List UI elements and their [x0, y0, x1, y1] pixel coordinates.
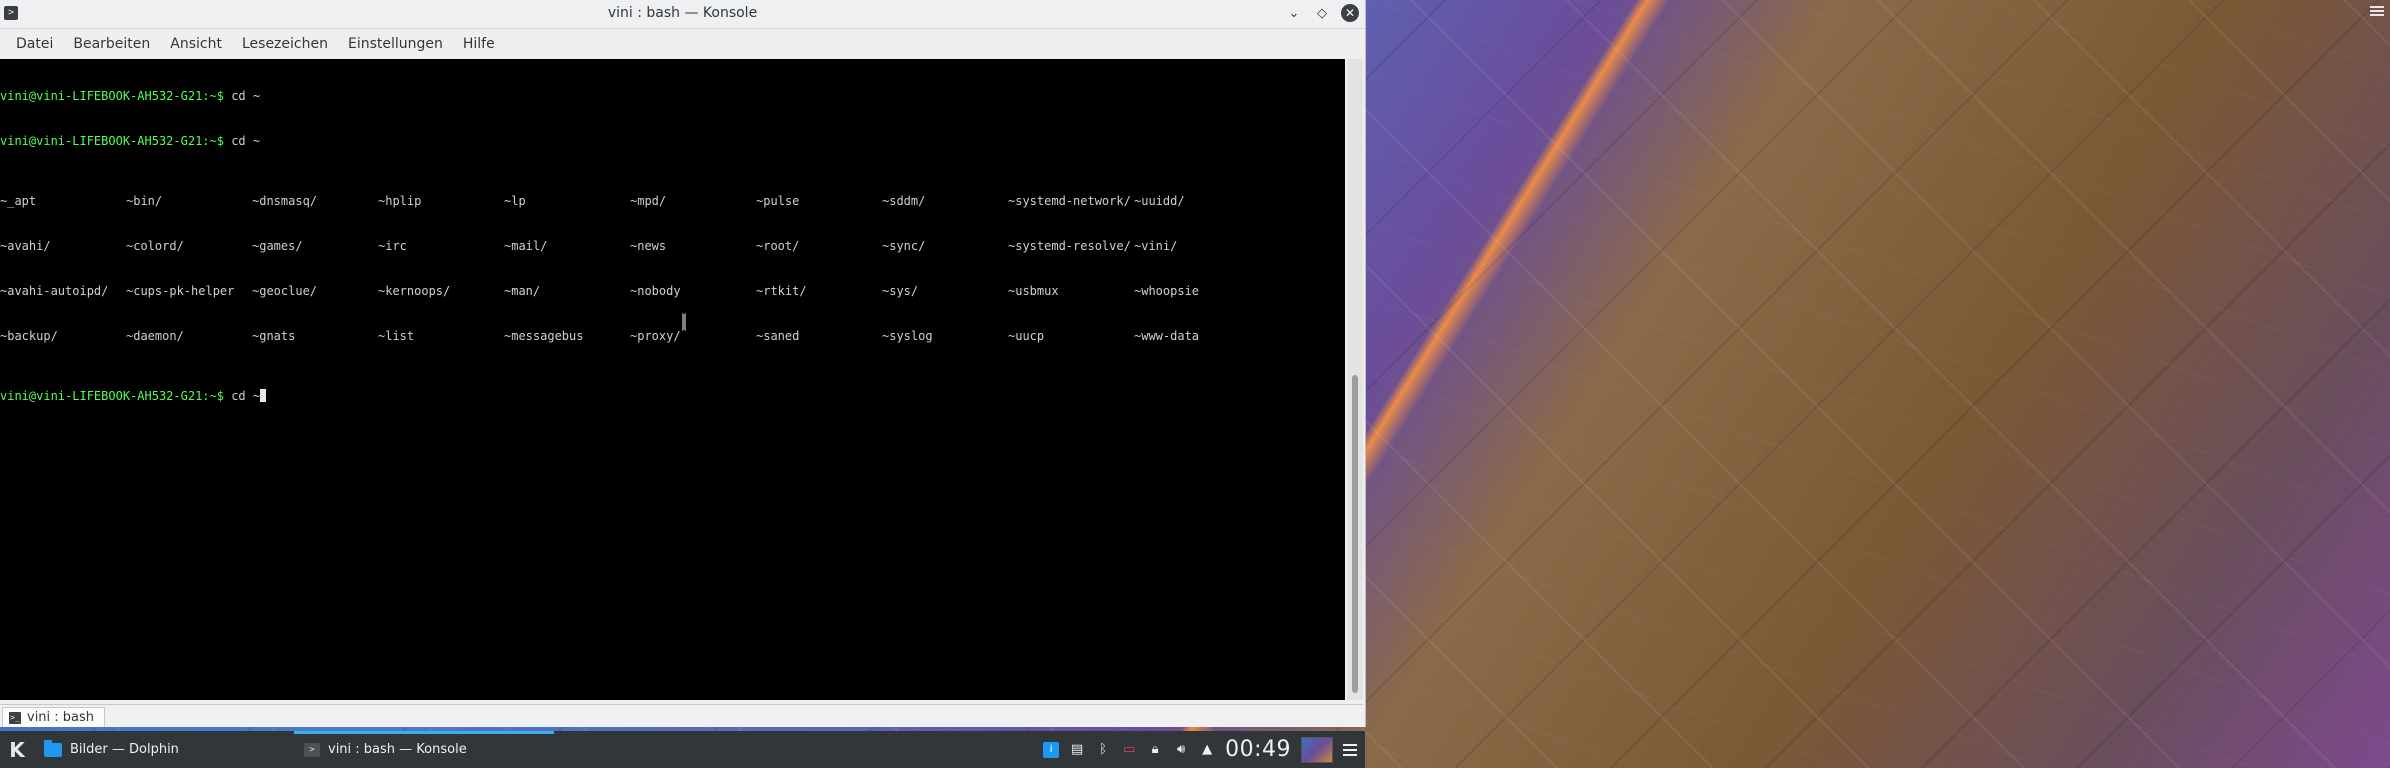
window-title: vini : bash — Konsole: [607, 5, 758, 21]
konsole-window: > vini : bash — Konsole ⌄ ◇ ✕ Datei Bear…: [0, 0, 1366, 727]
terminal-line: vini@vini-LIFEBOOK-AH532-G21:~$ cd ~: [0, 89, 1345, 104]
completion-entry: ~pulse: [756, 194, 800, 208]
window-titlebar[interactable]: > vini : bash — Konsole ⌄ ◇ ✕: [0, 0, 1365, 29]
minimize-button[interactable]: ⌄: [1285, 4, 1303, 22]
completion-entry: ~news: [630, 239, 667, 253]
completion-entry: ~irc: [378, 239, 407, 253]
task-dolphin[interactable]: Bilder — Dolphin: [34, 731, 294, 768]
tab-vini-bash[interactable]: >_ vini : bash: [2, 707, 106, 727]
completion-entry: ~uucp: [1008, 329, 1045, 343]
tab-label: vini : bash: [27, 710, 95, 725]
completion-entry: ~mail/: [504, 239, 548, 253]
terminal-scrollbar[interactable]: [1347, 59, 1363, 700]
clipboard-icon[interactable]: ▤: [1069, 742, 1085, 758]
completion-entry: ~man/: [504, 284, 541, 298]
completion-entry: ~games/: [252, 239, 303, 253]
taskbar-panel: K Bilder — Dolphin > vini : bash — Konso…: [0, 731, 1365, 768]
completion-entry: ~sys/: [882, 284, 919, 298]
completion-entry: ~backup/: [0, 329, 58, 343]
terminal-input[interactable]: cd ~: [224, 389, 260, 403]
application-launcher-icon[interactable]: K: [0, 731, 34, 768]
menubar: Datei Bearbeiten Ansicht Lesezeichen Ein…: [0, 29, 1365, 59]
completion-entry: ~proxy/: [630, 329, 681, 343]
completion-entry: ~list: [378, 329, 415, 343]
completion-row: ~avahi/ ~colord/ ~games/ ~irc ~mail/ ~ne…: [0, 239, 1345, 254]
menu-hilfe[interactable]: Hilfe: [453, 36, 505, 52]
completion-row: ~backup/ ~daemon/ ~gnats ~list ~messageb…: [0, 329, 1345, 344]
completion-entry: ~nobody: [630, 284, 681, 298]
menu-lesezeichen[interactable]: Lesezeichen: [232, 36, 338, 52]
completion-entry: ~cups-pk-helper: [126, 284, 235, 298]
expand-arrow-icon[interactable]: ▲: [1199, 742, 1215, 758]
menu-datei[interactable]: Datei: [6, 36, 63, 52]
completion-entry: ~sddm/: [882, 194, 926, 208]
completion-entry: ~lp: [504, 194, 526, 208]
text-cursor: [260, 389, 267, 402]
completion-entry: ~vini/: [1134, 239, 1178, 253]
completion-entry: ~geoclue/: [252, 284, 318, 298]
terminal-icon: >_: [9, 711, 21, 724]
completion-entry: ~systemd-resolve/: [1008, 239, 1131, 253]
keep-above-button[interactable]: ◇: [1313, 4, 1331, 22]
close-button[interactable]: ✕: [1341, 4, 1359, 22]
completion-entry: ~uuidd/: [1134, 194, 1185, 208]
scrollbar-thumb[interactable]: [1352, 375, 1358, 693]
terminal-prompt: vini@vini-LIFEBOOK-AH532-G21:~$: [0, 389, 224, 403]
task-label: Bilder — Dolphin: [70, 742, 179, 757]
show-desktop-icon[interactable]: [1301, 736, 1333, 763]
terminal-line: vini@vini-LIFEBOOK-AH532-G21:~$ cd ~: [0, 134, 1345, 149]
completion-entry: ~www-data: [1134, 329, 1200, 343]
completion-row: ~avahi-autoipd/ ~cups-pk-helper ~geoclue…: [0, 284, 1345, 299]
bluetooth-icon[interactable]: ᛒ: [1095, 742, 1111, 758]
completion-entry: ~colord/: [126, 239, 184, 253]
lock-icon[interactable]: 🔒︎: [1147, 742, 1163, 758]
completion-row: ~_apt ~bin/ ~dnsmasq/ ~hplip ~lp ~mpd/ ~…: [0, 194, 1345, 209]
battery-icon[interactable]: ▭: [1121, 742, 1137, 758]
task-label: vini : bash — Konsole: [328, 742, 467, 757]
desktop-toolbox-menu-icon[interactable]: [2370, 4, 2384, 18]
menu-ansicht[interactable]: Ansicht: [160, 36, 232, 52]
terminal-current-line[interactable]: vini@vini-LIFEBOOK-AH532-G21:~$ cd ~: [0, 389, 1345, 404]
mouse-ibeam-cursor-icon: [682, 313, 686, 331]
terminal-prompt: vini@vini-LIFEBOOK-AH532-G21:~$: [0, 134, 224, 148]
digital-clock[interactable]: 00:49: [1225, 737, 1291, 762]
terminal-command: cd ~: [223, 134, 261, 148]
completion-entry: ~avahi/: [0, 239, 51, 253]
completion-entry: ~mpd/: [630, 194, 667, 208]
completion-entry: ~dnsmasq/: [252, 194, 318, 208]
terminal-prompt: vini@vini-LIFEBOOK-AH532-G21:~$: [0, 89, 224, 103]
panel-options-icon[interactable]: [1343, 743, 1357, 756]
completion-entry: ~usbmux: [1008, 284, 1059, 298]
completion-entry: ~systemd-network/: [1008, 194, 1131, 208]
system-tray: i ▤ ᛒ ▭ 🔒︎ 🔊︎ ▲ 00:49: [1043, 731, 1365, 768]
volume-icon[interactable]: 🔊︎: [1173, 742, 1189, 758]
window-controls: ⌄ ◇ ✕: [1285, 4, 1359, 22]
menu-bearbeiten[interactable]: Bearbeiten: [63, 36, 160, 52]
terminal-command: cd ~: [223, 89, 261, 103]
completion-entry: ~avahi-autoipd/: [0, 284, 109, 298]
completion-entry: ~kernoops/: [378, 284, 451, 298]
completion-entry: ~whoopsie: [1134, 284, 1200, 298]
completion-entry: ~gnats: [252, 329, 296, 343]
menu-einstellungen[interactable]: Einstellungen: [338, 36, 453, 52]
completion-entry: ~syslog: [882, 329, 933, 343]
konsole-tabbar: >_ vini : bash: [0, 704, 1363, 727]
completion-entry: ~sync/: [882, 239, 926, 253]
completion-entry: ~daemon/: [126, 329, 184, 343]
completion-entry: ~saned: [756, 329, 800, 343]
folder-icon: [44, 739, 62, 757]
active-task-indicator: [294, 731, 554, 734]
completion-entry: ~bin/: [126, 194, 163, 208]
info-icon[interactable]: i: [1043, 741, 1060, 758]
terminal-output[interactable]: vini@vini-LIFEBOOK-AH532-G21:~$ cd ~ vin…: [0, 59, 1345, 700]
completion-entry: ~rtkit/: [756, 284, 807, 298]
completion-entry: ~hplip: [378, 194, 422, 208]
completion-entry: ~root/: [756, 239, 800, 253]
completion-entry: ~messagebus: [504, 329, 584, 343]
completion-entry: ~_apt: [0, 194, 37, 208]
konsole-icon: >: [304, 742, 320, 757]
task-konsole[interactable]: > vini : bash — Konsole: [294, 731, 554, 768]
